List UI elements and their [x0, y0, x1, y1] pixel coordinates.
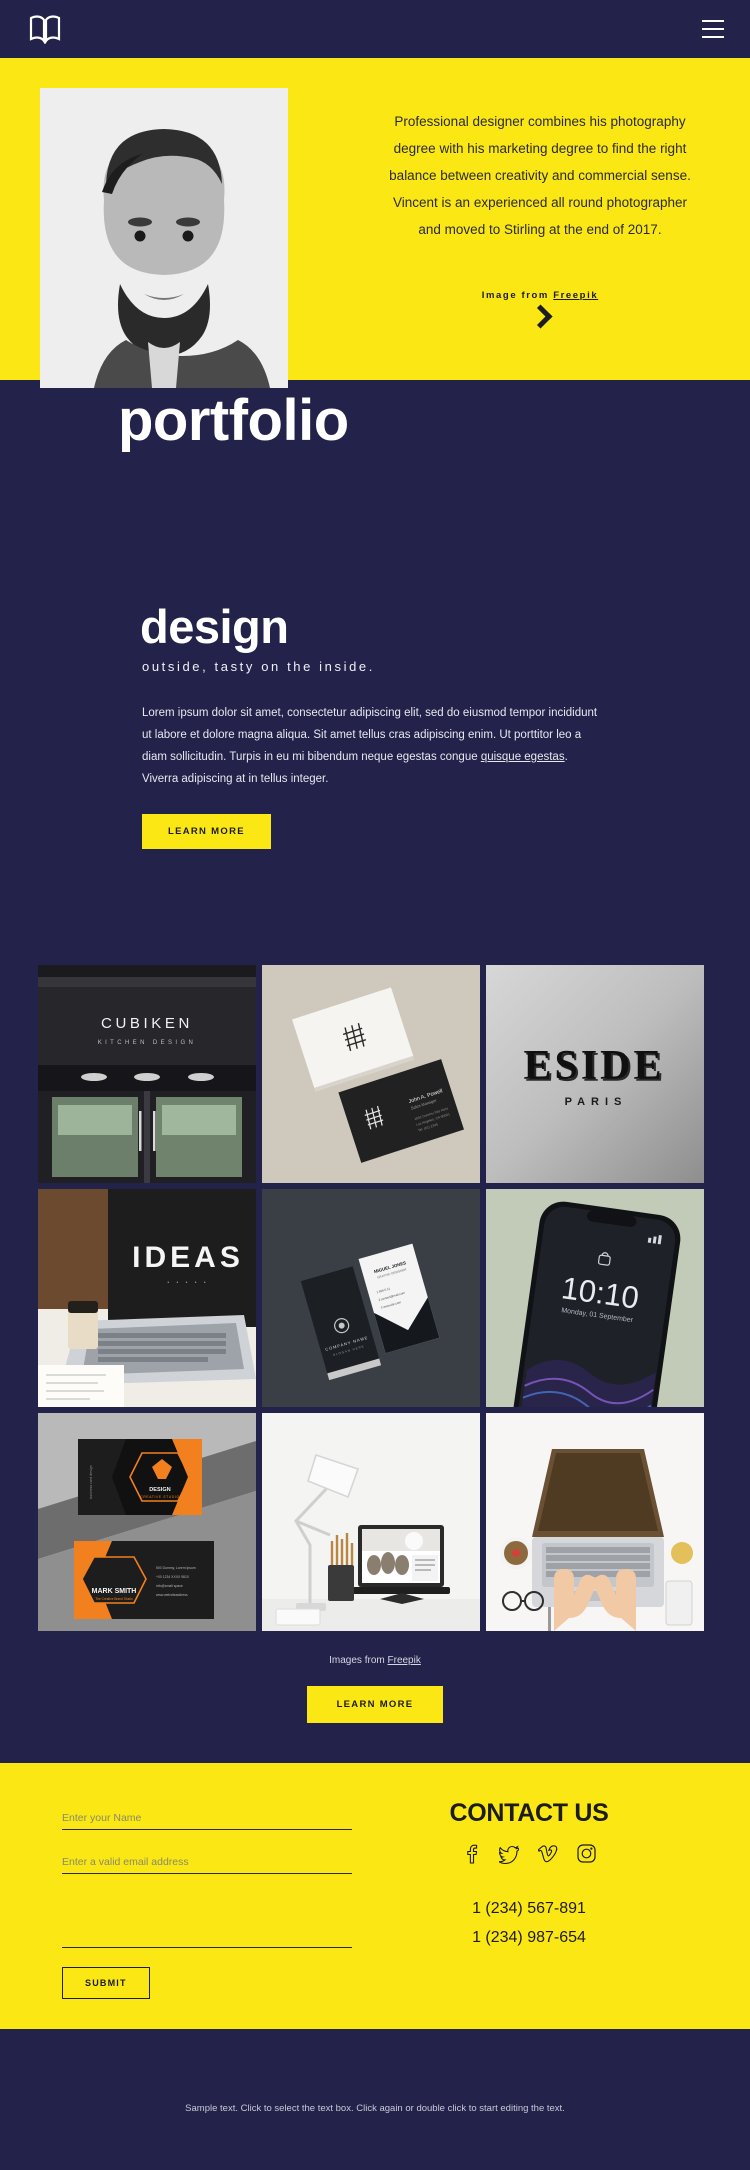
burger-bar — [702, 28, 724, 30]
gallery-tile-orange-black-business-cards[interactable]: DESIGN CREATIVE STUDIO business card des… — [38, 1413, 256, 1631]
learn-more-button-design[interactable]: LEARN MORE — [142, 814, 271, 850]
svg-text:PARIS: PARIS — [565, 1096, 628, 1108]
gallery-tile-white-black-business-cards[interactable]: John A. Powell Sales Manager 1001 Dummy … — [262, 965, 480, 1183]
svg-text:DESIGN: DESIGN — [149, 1487, 170, 1493]
learn-more-button-gallery[interactable]: LEARN MORE — [306, 1686, 444, 1723]
svg-text:The Creative Brand Studio: The Creative Brand Studio — [95, 1597, 133, 1601]
hero-portrait-photo — [40, 88, 288, 388]
svg-text:500 Dummy, Lorem Ipsum: 500 Dummy, Lorem Ipsum — [156, 1566, 196, 1570]
chevron-right-icon[interactable] — [527, 304, 553, 329]
instagram-icon[interactable] — [576, 1844, 596, 1864]
svg-text:ESIDE: ESIDE — [523, 1043, 664, 1089]
gallery-tile-eside-paris-logo[interactable]: ESIDE ESIDE PARIS — [486, 965, 704, 1183]
gallery-tile-stacked-business-cards[interactable]: COMPANY NAME SLOGAN HERE MIGUEL JONES GR… — [262, 1189, 480, 1407]
submit-button[interactable]: SUBMIT — [62, 1967, 150, 1999]
portfolio-gallery: CUBIKEN KITCHEN DESIGN John A. Powell Sa… — [38, 965, 712, 1631]
gallery-tile-hands-typing-laptop[interactable] — [486, 1413, 704, 1631]
credit-prefix: Images from — [329, 1655, 388, 1666]
contact-heading: CONTACT US — [449, 1799, 609, 1827]
svg-text:KITCHEN DESIGN: KITCHEN DESIGN — [98, 1040, 197, 1046]
phone-numbers: 1 (234) 567-891 1 (234) 987-654 — [404, 1894, 654, 1952]
phone-number-1[interactable]: 1 (234) 567-891 — [404, 1894, 654, 1923]
gallery-tile-laptop-ideas[interactable]: IDEAS • • • • • — [38, 1189, 256, 1407]
site-header — [0, 0, 750, 58]
svg-text:MARK SMITH: MARK SMITH — [92, 1588, 137, 1595]
design-heading: design — [140, 600, 289, 653]
design-paragraph: Lorem ipsum dolor sit amet, consectetur … — [0, 702, 600, 790]
credit-prefix: Image from — [481, 290, 554, 301]
message-textarea[interactable] — [62, 1896, 352, 1948]
email-input[interactable] — [62, 1852, 352, 1874]
freepik-link[interactable]: Freepik — [553, 290, 598, 301]
open-book-icon[interactable] — [28, 14, 62, 44]
freepik-link[interactable]: Freepik — [388, 1655, 421, 1666]
contact-info: CONTACT US 1 (234) 567-891 1 (234) 987-6… — [404, 1799, 704, 1952]
gallery-tile-smartphone-lockscreen[interactable]: 10:10 Monday, 01 September — [486, 1189, 704, 1407]
hero-paragraph: Professional designer combines his photo… — [389, 114, 691, 237]
contact-section: SUBMIT CONTACT US 1 (234) 567-891 — [0, 1763, 750, 2029]
design-subheading: outside, tasty on the inside. — [142, 659, 375, 675]
svg-text:+00 1234 XXXX 9810: +00 1234 XXXX 9810 — [156, 1575, 189, 1579]
gallery-tile-desk-lamp-laptop[interactable] — [262, 1413, 480, 1631]
gallery-tile-cubiken-storefront[interactable]: CUBIKEN KITCHEN DESIGN — [38, 965, 256, 1183]
facebook-icon[interactable] — [463, 1844, 480, 1864]
phone-number-2[interactable]: 1 (234) 987-654 — [404, 1923, 654, 1952]
site-footer: Sample text. Click to select the text bo… — [0, 2029, 750, 2170]
gallery-cta-wrapper: LEARN MORE — [0, 1686, 750, 1723]
burger-bar — [702, 20, 724, 22]
svg-text:• • • • •: • • • • • — [167, 1280, 208, 1286]
page-title: portfolio — [118, 388, 349, 453]
page-root: Professional designer combines his photo… — [0, 0, 750, 2170]
svg-text:IDEAS: IDEAS — [132, 1241, 244, 1274]
footer-sample-text: Sample text. Click to select the text bo… — [185, 2103, 565, 2114]
hamburger-menu-icon[interactable] — [702, 20, 724, 38]
design-section: design outside, tasty on the inside. Lor… — [0, 600, 750, 850]
svg-text:business card design: business card design — [89, 1465, 93, 1499]
hero-image-credit: Image from Freepik — [380, 290, 700, 301]
social-links — [404, 1844, 654, 1864]
svg-text:info@small space: info@small space — [156, 1584, 183, 1588]
quisque-egestas-link[interactable]: quisque egestas — [481, 751, 565, 763]
contact-form: SUBMIT — [62, 1808, 352, 1999]
svg-text:www.websiteaddress: www.websiteaddress — [156, 1593, 188, 1597]
svg-text:CREATIVE STUDIO: CREATIVE STUDIO — [140, 1495, 179, 1499]
twitter-icon[interactable] — [498, 1844, 519, 1864]
burger-bar — [702, 36, 724, 38]
svg-text:CUBIKEN: CUBIKEN — [101, 1015, 193, 1032]
hero-next-arrow[interactable] — [380, 304, 700, 330]
gallery-image-credit: Images from Freepik — [0, 1655, 750, 1666]
vimeo-icon[interactable] — [537, 1844, 558, 1864]
name-input[interactable] — [62, 1808, 352, 1830]
